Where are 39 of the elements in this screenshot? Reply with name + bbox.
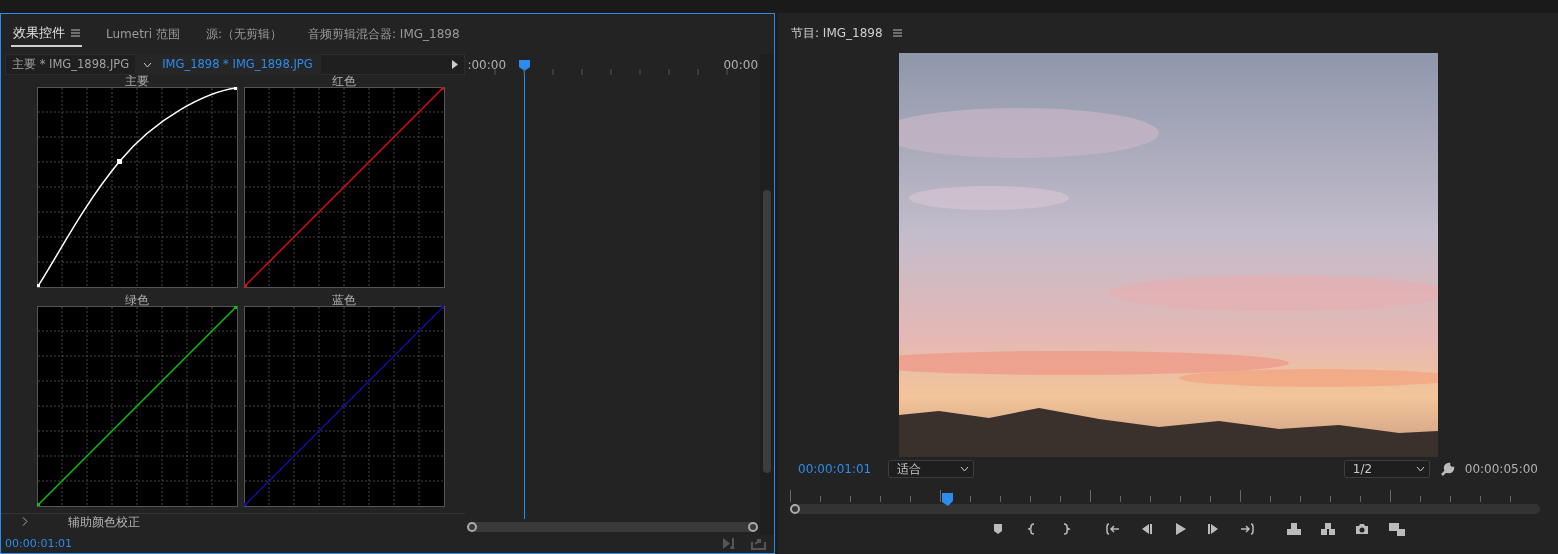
curve-label: 蓝色 — [331, 294, 357, 306]
zoom-scrollbar[interactable] — [467, 522, 759, 532]
go-to-in-icon[interactable] — [1105, 522, 1119, 536]
playhead-timecode: 00:00:01:01 — [798, 461, 873, 478]
curve-label: 绿色 — [124, 294, 150, 306]
zoom-dropdown[interactable]: 适合 — [888, 460, 974, 478]
play-icon[interactable] — [1173, 522, 1187, 536]
menu-icon[interactable] — [892, 29, 902, 37]
insert-icon[interactable] — [1287, 522, 1301, 536]
wrench-icon[interactable] — [1439, 461, 1455, 477]
timeline-start-time: :00:00 — [467, 56, 507, 74]
curve-label: 红色 — [331, 75, 357, 87]
camera-icon[interactable] — [1355, 522, 1369, 536]
caret-icon — [960, 466, 969, 472]
duration-timecode: 00:00:05:00 — [1464, 461, 1538, 478]
caret-icon — [1415, 466, 1425, 472]
filmstrip-icon[interactable] — [1389, 522, 1405, 536]
current-timecode: 00:00:01:01 — [5, 535, 73, 552]
panel-tab[interactable]: Lumetri 范围 — [104, 23, 182, 45]
resolution-dropdown[interactable]: 1/2 — [1343, 460, 1430, 478]
play-icon[interactable] — [452, 60, 459, 69]
scrollbar[interactable] — [763, 190, 771, 473]
master-clip-label[interactable]: 主要 * IMG_1898.JPG — [6, 55, 136, 74]
timeline-end-time: 00:00 — [723, 56, 759, 74]
export-icon[interactable] — [751, 538, 766, 550]
clip-dropdown[interactable]: IMG_1898 * IMG_1898.JPG — [135, 53, 321, 76]
panel-title: 节目: IMG_1898 — [791, 25, 883, 42]
overwrite-icon[interactable] — [1321, 522, 1335, 536]
playhead[interactable] — [519, 60, 531, 519]
go-to-out-icon[interactable] — [1241, 522, 1255, 536]
marker-icon[interactable] — [991, 522, 1005, 536]
panel-tab[interactable]: 效果控件 — [11, 21, 82, 47]
chevron-icon[interactable] — [21, 517, 28, 526]
menu-icon[interactable] — [71, 29, 80, 37]
section-label: 辅助颜色校正 — [68, 513, 140, 531]
caret-icon — [143, 61, 153, 68]
panel-tab[interactable]: 源:（无剪辑） — [203, 23, 284, 45]
curve-label: 主要 — [124, 75, 150, 87]
panel-tab[interactable]: 音频剪辑混合器: IMG_1898 — [306, 23, 462, 45]
